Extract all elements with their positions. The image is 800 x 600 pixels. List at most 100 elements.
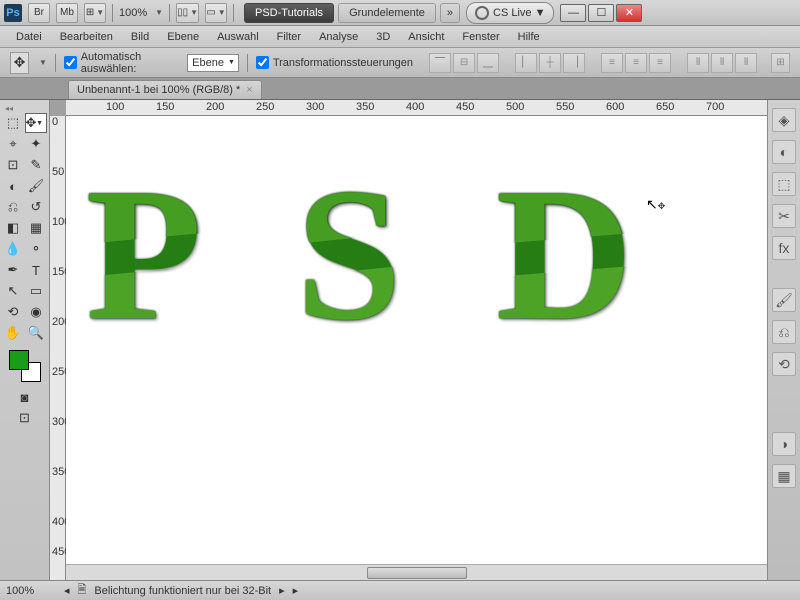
clone-stamp-tool[interactable]: ⎌	[2, 197, 24, 217]
zoom-dropdown-icon[interactable]: ▼	[155, 8, 163, 17]
hand-tool[interactable]: ✋	[2, 323, 24, 343]
align-hcenter-icon[interactable]: ┼	[539, 53, 561, 73]
tool-preset-dropdown-icon[interactable]: ▼	[39, 58, 47, 67]
arrange-icon[interactable]: ▯▯▼	[176, 3, 199, 23]
blur-tool[interactable]: 💧	[2, 239, 24, 259]
menu-analyse[interactable]: Analyse	[311, 29, 366, 45]
menu-ebene[interactable]: Ebene	[159, 29, 207, 45]
color-swatches[interactable]	[9, 350, 41, 382]
distribute-hcenter-icon[interactable]: ⫴	[711, 53, 733, 73]
document-tab[interactable]: Unbenannt-1 bei 100% (RGB/8) * ×	[68, 80, 262, 99]
status-menu-icon[interactable]: ▸	[293, 584, 299, 597]
maximize-button[interactable]: ☐	[588, 4, 614, 22]
minibridge-icon[interactable]: Mb	[56, 3, 78, 23]
screenmode-tool-icon[interactable]: ⊡	[14, 408, 36, 428]
cslive-button[interactable]: CS Live ▼	[466, 2, 554, 24]
type-tool[interactable]: T	[25, 260, 47, 280]
auto-select-checkbox[interactable]: Automatisch auswählen:	[64, 51, 179, 75]
3d-rotate-tool[interactable]: ⟲	[2, 302, 24, 322]
brush-tool[interactable]: 🖌	[25, 176, 47, 196]
scrollbar-thumb[interactable]	[367, 567, 467, 579]
path-select-tool[interactable]: ↖	[2, 281, 24, 301]
menu-ansicht[interactable]: Ansicht	[400, 29, 452, 45]
scrollbar-horizontal[interactable]	[66, 564, 767, 580]
styles-panel-icon[interactable]: fx	[772, 236, 796, 260]
toolbox-collapse-icon[interactable]: ◂◂	[5, 104, 13, 112]
menu-auswahl[interactable]: Auswahl	[209, 29, 267, 45]
dodge-tool[interactable]: ⚬	[25, 239, 47, 259]
auto-align-icon[interactable]: ⊞	[771, 53, 790, 73]
workspace-overflow[interactable]: »	[440, 3, 460, 23]
layer-dropdown[interactable]: Ebene	[187, 54, 239, 72]
align-right-icon[interactable]: ▕	[563, 53, 585, 73]
status-nav-prev-icon[interactable]: ◂	[64, 584, 70, 597]
cursor-icon: ↖✥	[646, 196, 665, 213]
status-document-icon: 🗎	[78, 581, 87, 600]
menu-datei[interactable]: Datei	[8, 29, 50, 45]
distribute-bottom-icon[interactable]: ≡	[649, 53, 671, 73]
swatches-panel-icon[interactable]: ▦	[772, 464, 796, 488]
canvas[interactable]: P S D ↖✥	[66, 116, 767, 580]
distribute-vcenter-icon[interactable]: ≡	[625, 53, 647, 73]
menu-filter[interactable]: Filter	[269, 29, 309, 45]
ruler-tick: 50	[52, 166, 64, 178]
separator	[169, 4, 170, 22]
status-nav-next-icon[interactable]: ▸	[279, 584, 285, 597]
menu-3d[interactable]: 3D	[368, 29, 398, 45]
gradient-tool[interactable]: ▦	[25, 218, 47, 238]
ruler-tick: 100	[106, 101, 124, 113]
magic-wand-tool[interactable]: ✦	[25, 134, 47, 154]
crop-tool[interactable]: ⊡	[2, 155, 24, 175]
menu-fenster[interactable]: Fenster	[454, 29, 507, 45]
align-vcenter-icon[interactable]: ⊟	[453, 53, 475, 73]
transform-label: Transformationssteuerungen	[273, 57, 413, 69]
distribute-right-icon[interactable]: ⫴	[735, 53, 757, 73]
menu-bearbeiten[interactable]: Bearbeiten	[52, 29, 121, 45]
channels-panel-icon[interactable]: ◐	[772, 140, 796, 164]
workspace-tab-tutorials[interactable]: PSD-Tutorials	[244, 3, 334, 23]
foreground-color[interactable]	[9, 350, 29, 370]
view-extras-icon[interactable]: ⊞▼	[84, 3, 106, 23]
clone-panel-icon[interactable]: ⎌	[772, 320, 796, 344]
layers-panel-icon[interactable]: ◈	[772, 108, 796, 132]
eyedropper-tool[interactable]: ✎	[25, 155, 47, 175]
lasso-tool[interactable]: ⌖	[2, 134, 24, 154]
paths-panel-icon[interactable]: ⬚	[772, 172, 796, 196]
rect-marquee-tool[interactable]: ⬚	[2, 113, 24, 133]
move-tool-indicator[interactable]	[10, 52, 29, 74]
adjustments-panel-icon[interactable]: ✂	[772, 204, 796, 228]
align-left-icon[interactable]: ▏	[515, 53, 537, 73]
ruler-vertical[interactable]: 0 50 100 150 200 250 300 350 400 450	[50, 116, 66, 580]
brush-panel-icon[interactable]: 🖌	[772, 288, 796, 312]
eraser-tool[interactable]: ◧	[2, 218, 24, 238]
menu-hilfe[interactable]: Hilfe	[510, 29, 548, 45]
workspace-tab-grundelemente[interactable]: Grundelemente	[338, 3, 436, 23]
history-brush-tool[interactable]: ↺	[25, 197, 47, 217]
zoom-tool[interactable]: 🔍	[25, 323, 47, 343]
screenmode-icon[interactable]: ▭▼	[205, 3, 227, 23]
distribute-left-icon[interactable]: ⫴	[687, 53, 709, 73]
separator	[112, 4, 113, 22]
ruler-tick: 600	[606, 101, 624, 113]
close-button[interactable]: ✕	[616, 4, 642, 22]
color-panel-icon[interactable]: ◑	[772, 432, 796, 456]
zoom-level[interactable]: 100%	[119, 7, 147, 19]
minimize-button[interactable]: —	[560, 4, 586, 22]
spot-heal-tool[interactable]: ◐	[2, 176, 24, 196]
quickmask-icon[interactable]: ◙	[14, 387, 36, 407]
menu-bild[interactable]: Bild	[123, 29, 157, 45]
transform-checkbox[interactable]: Transformationssteuerungen	[256, 56, 413, 69]
align-bottom-icon[interactable]: ⎽	[477, 53, 499, 73]
ruler-horizontal[interactable]: 100 150 200 250 300 350 400 450 500 550 …	[66, 100, 767, 116]
pen-tool[interactable]: ✒	[2, 260, 24, 280]
history-panel-icon[interactable]: ⟲	[772, 352, 796, 376]
distribute-top-icon[interactable]: ≡	[601, 53, 623, 73]
align-top-icon[interactable]: ⎺	[429, 53, 451, 73]
separator	[233, 4, 234, 22]
document-close-icon[interactable]: ×	[246, 84, 252, 96]
3d-camera-tool[interactable]: ◉	[25, 302, 47, 322]
status-zoom[interactable]: 100%	[6, 585, 56, 597]
bridge-icon[interactable]: Br	[28, 3, 50, 23]
shape-tool[interactable]: ▭	[25, 281, 47, 301]
move-tool[interactable]: ✥	[25, 113, 47, 133]
